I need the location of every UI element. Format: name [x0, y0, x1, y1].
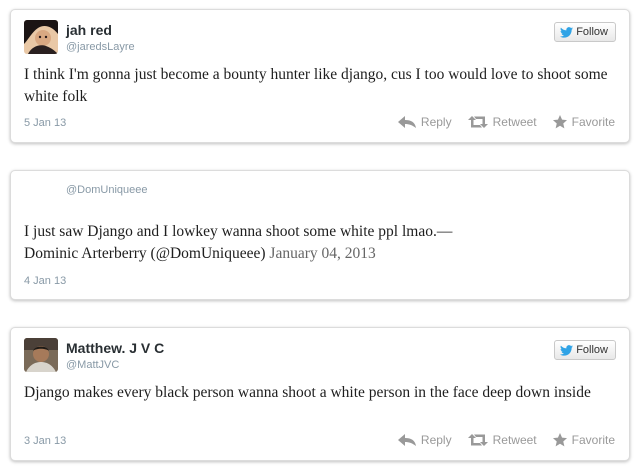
reply-label: Reply [420, 115, 452, 129]
star-icon [552, 115, 567, 129]
favorite-label: Favorite [571, 115, 615, 129]
retweet-icon [467, 116, 488, 128]
reply-arrow-icon [397, 116, 416, 128]
twitter-bird-icon [560, 26, 574, 38]
favorite-button[interactable]: Favorite [552, 115, 615, 129]
tweet-date[interactable]: 3 Jan 13 [24, 435, 66, 447]
tweet-card: @DomUniqueee I just saw Django and I low… [10, 170, 630, 300]
reply-button[interactable]: Reply [397, 433, 452, 447]
tweet-card: Matthew. J V C @MattJVC Follow Django ma… [10, 327, 630, 461]
tweet-card: jah red @jaredsLayre Follow I think I'm … [10, 9, 630, 143]
tweet-attribution: Dominic Arterberry (@DomUniqueee) [24, 245, 266, 262]
favorite-button[interactable]: Favorite [552, 433, 615, 447]
tweet-actions: Reply Retweet Favorite [382, 433, 615, 447]
reply-arrow-icon [397, 434, 416, 446]
user-name[interactable]: jah red [66, 22, 112, 38]
tweet-body: I just saw Django and I lowkey wanna sho… [24, 223, 453, 240]
user-handle[interactable]: @jaredsLayre [66, 41, 135, 53]
tweet-text: Django makes every black person wanna sh… [24, 384, 591, 401]
follow-button[interactable]: Follow [554, 22, 616, 42]
twitter-bird-icon [560, 344, 574, 356]
user-name[interactable]: Matthew. J V C [66, 340, 164, 356]
attribution-date-link[interactable]: January 04, 2013 [269, 245, 375, 262]
reply-button[interactable]: Reply [397, 115, 452, 129]
retweet-icon [467, 434, 488, 446]
avatar[interactable] [24, 20, 58, 54]
user-handle[interactable]: @MattJVC [66, 359, 119, 371]
tweet-date[interactable]: 5 Jan 13 [24, 117, 66, 129]
retweet-button[interactable]: Retweet [467, 115, 537, 129]
reply-label: Reply [420, 433, 452, 447]
tweet-actions: Reply Retweet Favorite [382, 115, 615, 129]
retweet-button[interactable]: Retweet [467, 433, 537, 447]
star-icon [552, 433, 567, 447]
avatar[interactable] [24, 338, 58, 372]
follow-label: Follow [576, 26, 608, 38]
follow-button[interactable]: Follow [554, 340, 616, 360]
favorite-label: Favorite [571, 433, 615, 447]
tweet-text: I just saw Django and I lowkey wanna sho… [24, 221, 616, 265]
follow-label: Follow [576, 344, 608, 356]
retweet-label: Retweet [492, 115, 537, 129]
retweet-label: Retweet [492, 433, 537, 447]
tweet-date[interactable]: 4 Jan 13 [24, 275, 66, 287]
user-handle[interactable]: @DomUniqueee [66, 184, 148, 196]
tweet-text: I think I'm gonna just become a bounty h… [24, 66, 608, 105]
